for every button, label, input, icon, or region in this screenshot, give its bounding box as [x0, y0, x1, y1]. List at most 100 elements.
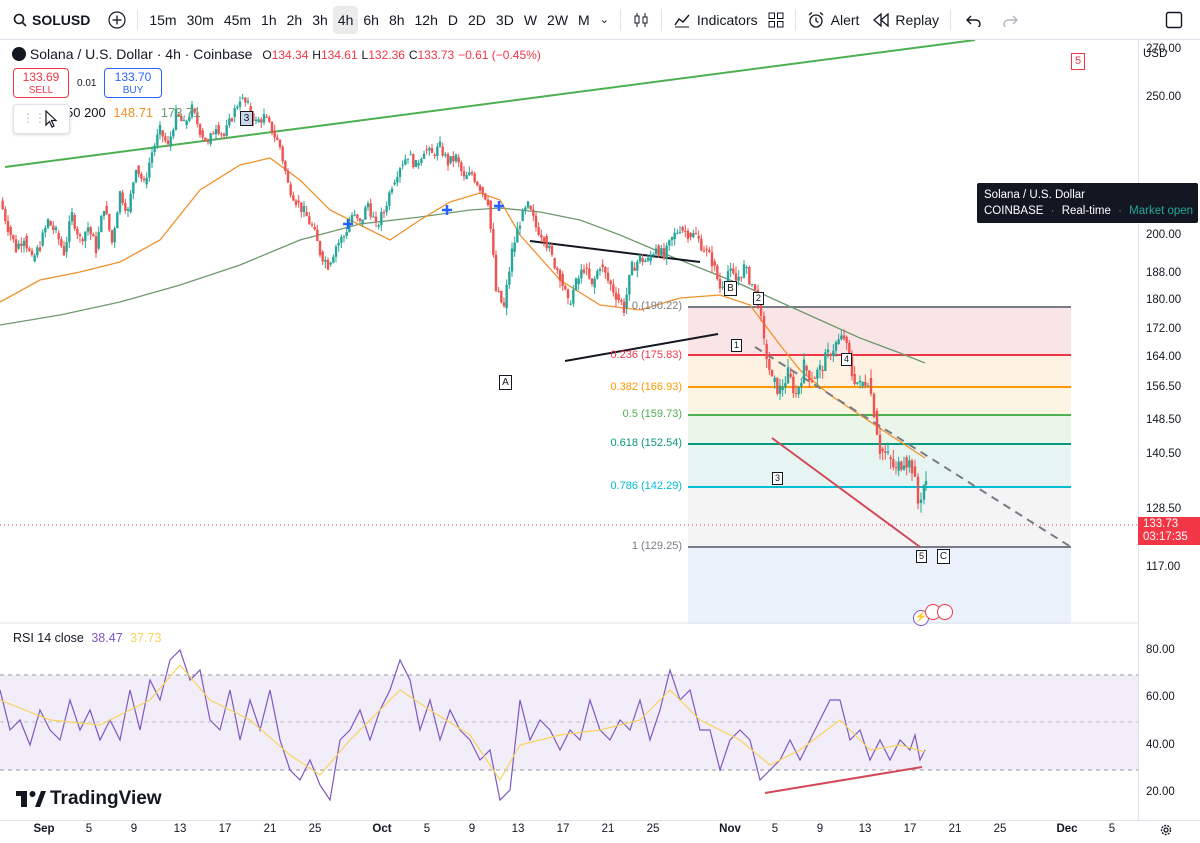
interval-30m[interactable]: 30m — [182, 6, 219, 34]
candle-body — [140, 173, 143, 179]
candle-body — [884, 451, 887, 453]
interval-8h[interactable]: 8h — [384, 6, 410, 34]
candle-body — [382, 212, 386, 214]
events-icons[interactable]: ⚡ — [913, 604, 953, 626]
interval-4h[interactable]: 4h — [332, 5, 359, 34]
candle-body — [593, 278, 596, 288]
candle-body — [52, 225, 55, 231]
tv-logo-icon — [16, 791, 46, 807]
sell-label: SELL — [28, 85, 54, 96]
candle-body — [689, 233, 692, 238]
rsi-tick-label: 80.00 — [1146, 644, 1175, 656]
interval-2d[interactable]: 2D — [463, 6, 491, 34]
candle-body — [108, 214, 111, 231]
candle-body — [908, 460, 911, 468]
candle-body — [380, 212, 383, 226]
candle-body — [262, 114, 266, 123]
cursor-arrow-icon[interactable] — [44, 110, 58, 128]
candle-body — [716, 265, 719, 280]
interval-d[interactable]: D — [443, 6, 463, 34]
candle-body — [457, 157, 460, 163]
interval-m[interactable]: M — [573, 6, 595, 34]
price-tick-label: 200.00 — [1146, 229, 1182, 241]
candle-body — [222, 133, 226, 136]
time-tick-label: 9 — [468, 823, 476, 835]
candle-body — [145, 177, 148, 185]
candle-body — [308, 216, 311, 225]
interval-45m[interactable]: 45m — [219, 6, 256, 34]
candle-body — [832, 350, 835, 356]
interval-3h[interactable]: 3h — [307, 6, 333, 34]
interval-w[interactable]: W — [519, 6, 542, 34]
candle-body — [118, 191, 122, 213]
candle-body — [630, 261, 634, 275]
chart-type-button[interactable] — [627, 6, 655, 34]
candle-body — [816, 369, 819, 379]
candle-body — [486, 199, 490, 205]
settings-gear-icon[interactable] — [1159, 823, 1173, 837]
candle-body — [858, 380, 862, 383]
interval-1h[interactable]: 1h — [256, 6, 282, 34]
candle-body — [737, 276, 740, 281]
candle-body — [853, 374, 856, 384]
interval-2w[interactable]: 2W — [542, 6, 573, 34]
sell-price: 133.69 — [22, 70, 60, 84]
candle-body — [105, 206, 108, 215]
candle-body — [813, 378, 816, 379]
tradingview-logo[interactable]: TradingView — [16, 788, 162, 810]
candle-body — [254, 119, 258, 121]
indicators-button[interactable]: Indicators — [668, 6, 763, 34]
candle-body — [337, 242, 340, 246]
alert-button[interactable]: Alert — [802, 6, 865, 34]
candle-body — [124, 203, 127, 211]
candle-body — [276, 137, 279, 140]
candle-body — [468, 172, 471, 176]
candle-body — [73, 215, 76, 229]
candle-body — [776, 377, 779, 394]
interval-12h[interactable]: 12h — [410, 6, 443, 34]
toolbar-divider — [950, 8, 952, 31]
price-axis[interactable] — [1138, 40, 1200, 820]
redo-button[interactable] — [997, 6, 1023, 34]
undo-button[interactable] — [961, 6, 987, 34]
time-tick-label: 25 — [993, 823, 1007, 835]
candle-body — [28, 248, 31, 251]
compare-button[interactable] — [103, 6, 131, 34]
legend-change: −0.61 (−0.45%) — [458, 48, 541, 62]
price-tick-label: 140.50 — [1146, 448, 1182, 460]
interval-15m[interactable]: 15m — [144, 6, 181, 34]
candle-body — [484, 193, 487, 200]
candle-body — [922, 485, 926, 500]
candle-body — [265, 116, 268, 118]
candle-body — [784, 383, 787, 388]
replay-button[interactable]: Replay — [868, 6, 944, 34]
candle-body — [742, 264, 746, 278]
candle-body — [238, 101, 242, 107]
candle-body — [875, 410, 879, 435]
alert-count-badge[interactable]: 5 — [1071, 53, 1085, 70]
candle-body — [596, 271, 599, 279]
interval-6h[interactable]: 6h — [358, 6, 384, 34]
candle-body — [286, 171, 290, 183]
symbol-search[interactable]: SOLUSD — [8, 6, 95, 34]
rsi-divergence-line[interactable] — [764, 766, 923, 794]
candle-body — [794, 393, 798, 395]
candle-body — [574, 278, 578, 290]
sell-button[interactable]: 133.69 SELL — [13, 68, 69, 98]
fullscreen-button[interactable] — [1160, 6, 1188, 34]
candle-body — [668, 240, 671, 246]
layouts-button[interactable] — [763, 6, 789, 34]
interval-3d[interactable]: 3D — [491, 6, 519, 34]
time-tick-label: 5 — [85, 823, 93, 835]
wave-label-c: C — [937, 549, 950, 564]
interval-dropdown[interactable]: ⌄ — [595, 6, 614, 34]
candle-body — [734, 273, 738, 281]
candle-body — [789, 374, 792, 377]
price-tick-label: 180.00 — [1146, 294, 1182, 306]
candle-body — [829, 354, 832, 356]
candle-body — [25, 236, 28, 249]
candle-body — [134, 170, 138, 183]
drag-handle-icon[interactable]: ⋮⋮ — [22, 111, 46, 125]
buy-button[interactable]: 133.70 BUY — [104, 68, 162, 98]
interval-2h[interactable]: 2h — [282, 6, 308, 34]
